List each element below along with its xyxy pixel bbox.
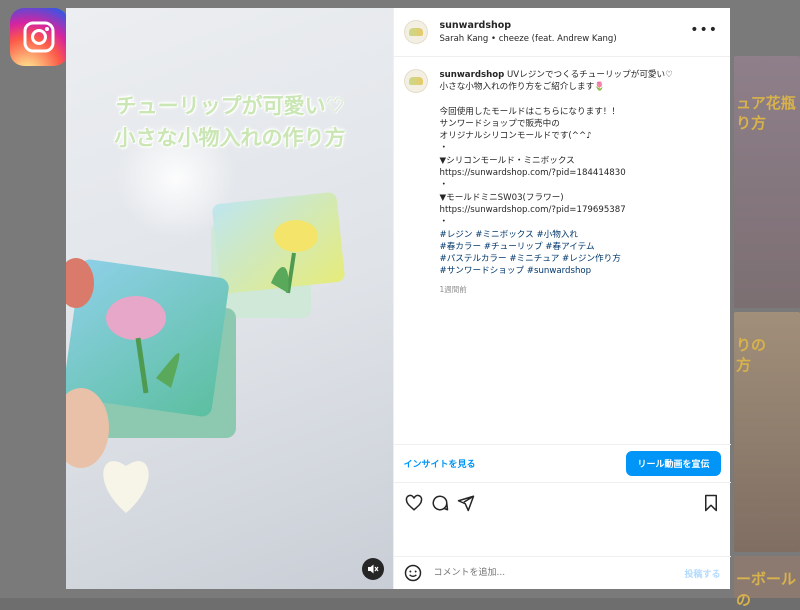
background-post-thumb[interactable]: ュア花瓶 り方	[734, 56, 800, 308]
instagram-logo[interactable]	[10, 8, 68, 66]
hashtag-line[interactable]: #レジン #ミニボックス #小物入れ	[440, 229, 710, 241]
reel-overlay-subtitle: 小さな小物入れの作り方	[114, 126, 346, 150]
pink-tulip	[106, 296, 166, 340]
caption-line: 小さな小物入れの作り方をご紹介します🌷	[439, 82, 605, 93]
caption-line: ・	[439, 180, 449, 191]
avatar-logo	[408, 28, 423, 36]
post-side-panel: sunwardshop Sarah Kang • cheeze (feat. A…	[392, 8, 731, 589]
background-post-thumb[interactable]: りの 方	[734, 312, 800, 552]
hashtag-line[interactable]: #春カラー #チューリップ #春アイテム	[440, 241, 710, 253]
caption-line	[440, 94, 710, 106]
mute-button[interactable]	[362, 558, 384, 580]
background-thumb-text: ーボールの	[736, 570, 797, 609]
caption-link[interactable]: https://sunwardshop.com/?pid=179695387	[440, 204, 710, 216]
reel-video[interactable]: チューリップが可愛い♡ 小さな小物入れの作り方	[66, 8, 393, 589]
post-header: sunwardshop Sarah Kang • cheeze (feat. A…	[393, 8, 730, 57]
caption-line: UVレジンでつくるチューリップが可愛い♡	[507, 70, 673, 80]
caption-line: オリジナルシリコンモールドです(^^♪	[439, 131, 592, 142]
caption-body: sunwardshop UVレジンでつくるチューリップが可愛い♡ 小さな小物入れ…	[440, 69, 710, 296]
author-username[interactable]: sunwardshop	[440, 20, 617, 31]
insights-bar: インサイトを見る リール動画を宣伝	[393, 444, 731, 482]
hashtag-line[interactable]: #サンワードショップ #sunwardshop	[440, 265, 710, 277]
share-icon[interactable]	[456, 493, 476, 513]
reel-overlay-title: チューリップが可愛い♡	[115, 94, 345, 118]
caption-line: サンワードショップで販売中の	[439, 118, 560, 129]
avatar-logo	[408, 77, 423, 85]
caption-line: ・	[439, 143, 449, 154]
instagram-camera-icon	[23, 21, 55, 53]
caption-line: ▼シリコンモールド・ミニボックス	[439, 155, 575, 166]
audio-track-label[interactable]: Sarah Kang • cheeze (feat. Andrew Kang)	[440, 34, 617, 44]
post-timestamp[interactable]: 1週間前	[440, 284, 710, 296]
caption: sunwardshop UVレジンでつくるチューリップが可愛い♡ 小さな小物入れ…	[394, 57, 731, 296]
comment-bar: 投稿する	[393, 556, 731, 589]
hashtag-line[interactable]: #パステルカラー #ミニチュア #レジン作り方	[440, 253, 710, 265]
action-bar	[393, 482, 731, 522]
caption-username[interactable]: sunwardshop	[440, 70, 505, 80]
comment-icon[interactable]	[430, 493, 450, 513]
caption-link[interactable]: https://sunwardshop.com/?pid=184414830	[440, 167, 710, 179]
background-thumb-text: 方	[736, 356, 752, 374]
avatar[interactable]	[403, 20, 428, 44]
boost-reel-button[interactable]: リール動画を宣伝	[626, 451, 721, 476]
post-modal: チューリップが可愛い♡ 小さな小物入れの作り方 sunwardshop Sara…	[66, 8, 731, 589]
more-options-icon[interactable]: •••	[690, 22, 718, 38]
heart-icon[interactable]	[404, 493, 424, 513]
comment-input[interactable]	[431, 567, 685, 579]
avatar[interactable]	[403, 69, 428, 93]
caption-line: 今回使用したモールドはこちらになります！！	[439, 106, 620, 117]
background-thumb-text: りの	[736, 336, 767, 354]
caption-line: ▼モールドミニSW03(フラワー)	[439, 192, 564, 203]
caption-line: ・	[439, 217, 449, 228]
background-post-thumb[interactable]: ーボールの	[734, 556, 800, 609]
speaker-muted-icon	[368, 564, 379, 574]
heart-bokeh	[103, 461, 149, 513]
view-insights-link[interactable]: インサイトを見る	[404, 457, 476, 470]
header-text: sunwardshop Sarah Kang • cheeze (feat. A…	[440, 20, 617, 44]
background-thumb-text: ュア花瓶	[736, 94, 796, 112]
yellow-tulip	[274, 220, 318, 252]
background-thumb-text: り方	[736, 114, 767, 132]
post-comment-button[interactable]: 投稿する	[684, 567, 720, 580]
bookmark-icon[interactable]	[701, 493, 721, 513]
emoji-icon[interactable]	[404, 564, 422, 582]
